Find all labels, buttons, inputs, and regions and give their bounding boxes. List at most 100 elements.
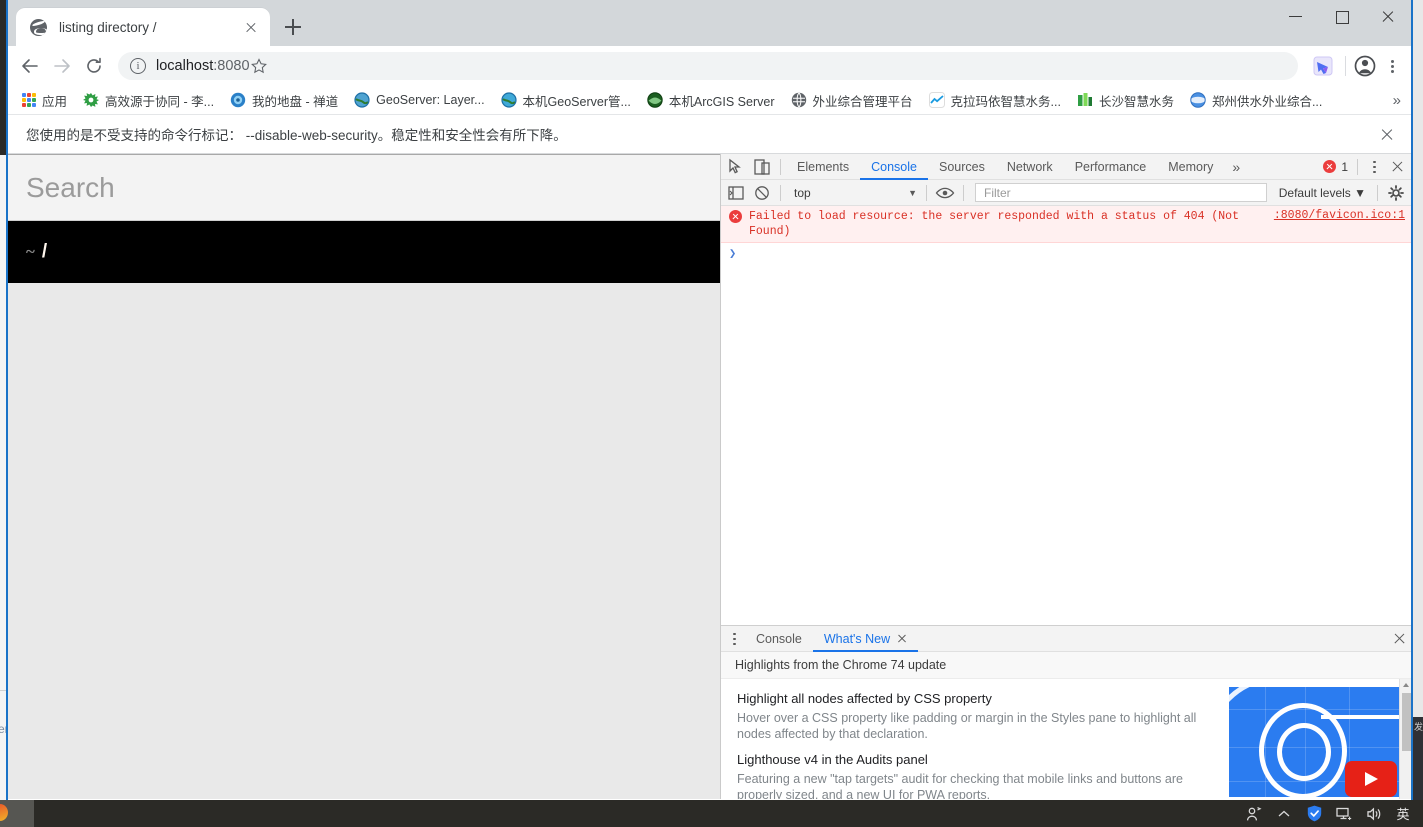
chrome-browser-window: listing directory / i localhost:8080 应用 … [6, 0, 1413, 800]
tab-performance[interactable]: Performance [1064, 154, 1158, 180]
close-icon[interactable] [1375, 122, 1399, 146]
tab-sources[interactable]: Sources [928, 154, 996, 180]
settings-gear-icon[interactable] [1383, 181, 1409, 205]
devtools-close-icon[interactable] [1385, 155, 1409, 179]
whats-new-item-title: Highlight all nodes affected by CSS prop… [737, 691, 992, 706]
minimize-button[interactable] [1273, 0, 1319, 32]
window-controls [1273, 0, 1411, 32]
filter-input[interactable] [982, 184, 1260, 201]
bookmark-apps[interactable]: 应用 [22, 91, 67, 110]
bookmark-item[interactable]: 本机GeoServer管... [500, 91, 631, 110]
reload-icon[interactable] [78, 50, 110, 82]
tab-console[interactable]: Console [860, 154, 928, 180]
whats-new-item: Lighthouse v4 in the Audits panel Featur… [737, 752, 1213, 799]
prompt-chevron-icon: ❯ [729, 246, 737, 261]
extension-icon[interactable] [1310, 53, 1336, 79]
star-icon[interactable] [250, 57, 268, 75]
page-search-header [8, 155, 720, 221]
drawer-more-options-icon[interactable] [723, 627, 745, 651]
people-icon[interactable] [1239, 800, 1269, 827]
bookmark-item[interactable]: 我的地盘 - 禅道 [230, 91, 338, 110]
whats-new-video-thumbnail[interactable] [1229, 687, 1401, 797]
device-toolbar-icon[interactable] [749, 155, 775, 179]
scrollbar-thumb[interactable] [1401, 693, 1411, 751]
app-icon [0, 804, 8, 821]
bookmark-item[interactable]: 克拉玛依智慧水务... [928, 91, 1061, 110]
site-info-icon[interactable]: i [130, 58, 146, 74]
content-area: ~ / Elements Console [8, 154, 1411, 799]
three-dot-menu-icon[interactable] [1379, 53, 1405, 79]
error-icon [1323, 160, 1337, 173]
bookmarks-overflow-icon[interactable]: » [1393, 92, 1401, 109]
drawer-tab-whats-new[interactable]: What's New [812, 626, 919, 652]
devtools-panel: Elements Console Sources Network Perform… [720, 154, 1411, 799]
maximize-button[interactable] [1319, 0, 1365, 32]
error-count-badge[interactable]: 1 [1323, 160, 1348, 174]
system-tray: 英 [1239, 800, 1423, 827]
clear-console-icon[interactable] [749, 181, 775, 205]
toolbar-divider [1377, 184, 1378, 201]
execution-context-value: top [794, 185, 811, 200]
tab-memory[interactable]: Memory [1157, 154, 1224, 180]
browser-tab[interactable]: listing directory / [16, 8, 270, 46]
play-button-icon[interactable] [1345, 761, 1397, 797]
bookmark-label: 应用 [42, 94, 68, 109]
search-input[interactable] [24, 170, 720, 205]
drawer-close-icon[interactable] [1387, 627, 1411, 651]
drawer-tab-console[interactable]: Console [745, 626, 813, 652]
whats-new-scrollbar[interactable] [1399, 679, 1411, 799]
console-error-row[interactable]: Failed to load resource: the server resp… [721, 206, 1411, 243]
forward-arrow-icon[interactable] [46, 50, 78, 82]
console-message-list[interactable]: Failed to load resource: the server resp… [721, 206, 1411, 625]
bookmark-item[interactable]: 高效源于协同 - 李... [83, 91, 214, 110]
devtools-logo-inner-ring [1277, 723, 1331, 781]
apps-grid-icon [22, 93, 36, 107]
tab-network[interactable]: Network [996, 154, 1064, 180]
close-icon[interactable] [240, 16, 262, 38]
console-prompt-row[interactable]: ❯ [721, 243, 1411, 263]
inspect-element-icon[interactable] [723, 155, 749, 179]
screen-root: er 发 listing directory / [0, 0, 1423, 827]
favicon-icon [928, 92, 945, 108]
drawer-tab-label: Console [756, 631, 802, 646]
devtools-panel-tabs: Elements Console Sources Network Perform… [786, 154, 1248, 180]
log-levels-select[interactable]: Default levels ▼ [1273, 186, 1372, 200]
favicon-icon [647, 92, 663, 108]
execution-context-select[interactable]: top ▼ [786, 183, 921, 203]
bookmark-item[interactable]: 郑州供水外业综合... [1190, 91, 1322, 110]
show-hidden-icons-chevron[interactable] [1269, 800, 1299, 827]
favicon-icon [83, 92, 100, 108]
back-arrow-icon[interactable] [14, 50, 46, 82]
infobar-message: 您使用的是不受支持的命令行标记： --disable-web-security。… [26, 128, 567, 143]
devtools-more-options-icon[interactable] [1363, 155, 1385, 179]
whats-new-item-list: Highlight all nodes affected by CSS prop… [721, 679, 1229, 799]
more-panels-icon[interactable]: » [1224, 154, 1248, 180]
live-expression-icon[interactable] [932, 181, 958, 205]
security-shield-icon[interactable] [1299, 800, 1329, 827]
account-avatar-icon[interactable] [1351, 52, 1379, 80]
tab-strip: listing directory / [8, 0, 1411, 46]
ime-language-indicator[interactable]: 英 [1389, 804, 1417, 823]
new-tab-button[interactable] [278, 12, 308, 42]
tab-elements[interactable]: Elements [786, 154, 860, 180]
console-toolbar: top ▼ Default levels ▼ [721, 180, 1411, 206]
filter-field[interactable] [975, 183, 1267, 202]
console-error-source-link[interactable]: :8080/favicon.ico:1 [1274, 209, 1405, 222]
bookmark-label: 本机GeoServer管... [522, 94, 631, 109]
bookmark-item[interactable]: 外业综合管理平台 [791, 91, 913, 110]
close-icon[interactable] [897, 634, 907, 644]
bookmark-item[interactable]: 本机ArcGIS Server [647, 91, 775, 110]
whats-new-content: Highlight all nodes affected by CSS prop… [721, 679, 1411, 799]
scroll-up-arrow-icon[interactable] [1403, 683, 1409, 687]
volume-icon[interactable] [1359, 800, 1389, 827]
url-host: localhost [156, 58, 214, 74]
console-sidebar-icon[interactable] [723, 181, 749, 205]
address-bar[interactable]: i localhost:8080 [118, 52, 1298, 80]
bookmark-item[interactable]: 长沙智慧水务 [1077, 91, 1174, 110]
bookmark-label: 郑州供水外业综合... [1211, 94, 1323, 109]
network-icon[interactable] [1329, 800, 1359, 827]
bookmark-item[interactable]: GeoServer: Layer... [354, 92, 485, 108]
close-window-button[interactable] [1365, 0, 1411, 32]
taskbar-pinned-app[interactable] [0, 800, 34, 827]
path-slash[interactable]: / [42, 241, 47, 263]
